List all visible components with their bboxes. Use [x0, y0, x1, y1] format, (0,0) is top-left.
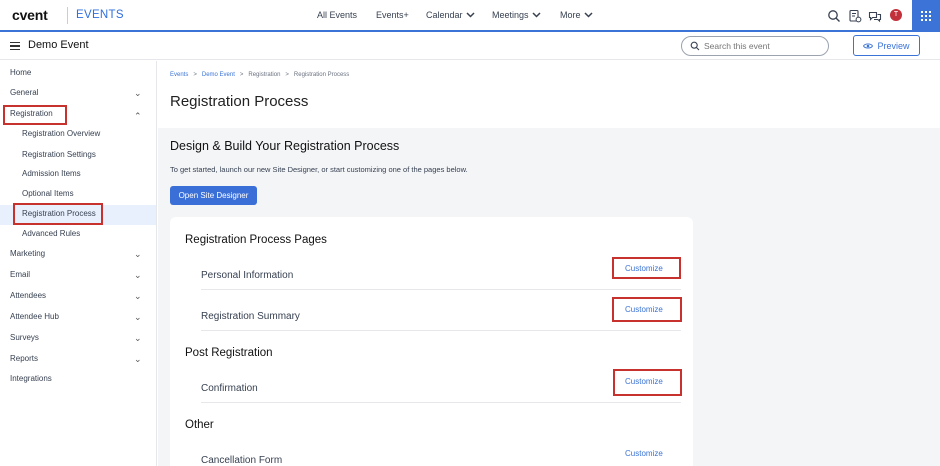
intro-text: To get started, launch our new Site Desi…: [170, 165, 468, 174]
highlight-customize-confirmation: [613, 369, 682, 396]
nav-all-events[interactable]: All Events: [317, 10, 357, 20]
page-title: Registration Process: [170, 93, 309, 110]
nav-more[interactable]: More: [560, 10, 593, 20]
chevron-down-icon: ⌄: [134, 270, 142, 280]
sidebar-item-attendee-hub[interactable]: Attendee Hub ⌄: [0, 312, 156, 326]
sidebar-item-email[interactable]: Email ⌄: [0, 270, 156, 284]
breadcrumb-demo-event[interactable]: Demo Event: [202, 72, 235, 78]
breadcrumb-separator: >: [239, 72, 244, 78]
chevron-down-icon: ⌄: [134, 312, 142, 322]
breadcrumb: Events > Demo Event > Registration > Reg…: [170, 72, 349, 78]
cvent-logo[interactable]: cvent: [12, 7, 48, 23]
top-navigation-bar: cvent EVENTS All Events Events+ Calendar…: [0, 0, 940, 32]
sidebar-item-home[interactable]: Home: [0, 68, 156, 82]
report-icon[interactable]: [848, 9, 862, 23]
chevron-down-icon: [532, 12, 541, 18]
row-confirmation: Confirmation: [201, 383, 258, 394]
nav-meetings[interactable]: Meetings: [492, 10, 541, 20]
highlight-customize-registration-summary: [612, 297, 682, 322]
hamburger-menu-icon[interactable]: [10, 42, 20, 50]
customize-cancellation-form-link[interactable]: Customize: [625, 449, 663, 458]
apps-grid-icon: [921, 11, 931, 21]
search-icon[interactable]: [827, 9, 841, 23]
chevron-down-icon: [583, 12, 593, 18]
chevron-down-icon: ⌄: [134, 291, 142, 301]
avatar[interactable]: T: [890, 9, 902, 21]
row-divider: [201, 289, 681, 290]
breadcrumb-current: Registration Process: [293, 72, 350, 78]
breadcrumb-separator: >: [193, 72, 197, 78]
sidebar-item-general[interactable]: General ⌄: [0, 88, 156, 102]
row-cancellation-form: Cancellation Form: [201, 455, 283, 466]
page-header: Events > Demo Event > Registration > Reg…: [158, 61, 940, 128]
sidebar-item-advanced-rules[interactable]: Advanced Rules: [0, 229, 156, 243]
section-title-other: Other: [185, 419, 214, 431]
sidebar-item-admission-items[interactable]: Admission Items: [0, 169, 156, 183]
product-name[interactable]: EVENTS: [76, 9, 124, 21]
row-personal-information: Personal Information: [201, 270, 294, 281]
nav-calendar[interactable]: Calendar: [426, 10, 475, 20]
row-registration-summary: Registration Summary: [201, 311, 300, 322]
chat-icon[interactable]: [868, 9, 882, 23]
event-header-bar: Demo Event Preview: [0, 32, 940, 60]
sidebar-item-reports[interactable]: Reports ⌄: [0, 354, 156, 368]
sidebar-item-surveys[interactable]: Surveys ⌄: [0, 333, 156, 347]
open-site-designer-button[interactable]: Open Site Designer: [170, 186, 257, 205]
apps-grid-button[interactable]: [912, 0, 940, 32]
registration-pages-card: Registration Process Pages Personal Info…: [170, 217, 693, 466]
sidebar-item-marketing[interactable]: Marketing ⌄: [0, 249, 156, 263]
logo-divider: [67, 7, 68, 24]
search-icon: [690, 41, 700, 51]
sidebar-item-optional-items[interactable]: Optional Items: [0, 189, 156, 203]
event-search-input[interactable]: [704, 39, 822, 53]
eye-icon: [863, 43, 874, 48]
highlight-customize-personal-information: [612, 257, 681, 279]
sidebar-item-registration-overview[interactable]: Registration Overview: [0, 129, 156, 143]
event-search-field[interactable]: [681, 36, 829, 56]
row-divider: [201, 402, 681, 403]
breadcrumb-registration[interactable]: Registration: [248, 72, 280, 78]
section-title-registration-process-pages: Registration Process Pages: [185, 234, 327, 246]
row-divider: [201, 330, 681, 331]
chevron-down-icon: [466, 12, 475, 18]
breadcrumb-events[interactable]: Events: [170, 72, 188, 78]
preview-button[interactable]: Preview: [853, 35, 920, 56]
section-title-post-registration: Post Registration: [185, 347, 273, 359]
chevron-down-icon: ⌄: [134, 88, 142, 98]
sidebar-item-registration-settings[interactable]: Registration Settings: [0, 150, 156, 164]
chevron-up-icon: ⌃: [134, 111, 142, 121]
highlight-registration: [3, 105, 67, 125]
chevron-down-icon: ⌄: [134, 354, 142, 364]
sidebar: Home General ⌄ Registration ⌃ Registration…: [0, 61, 157, 466]
sidebar-item-integrations[interactable]: Integrations: [0, 374, 156, 388]
sidebar-item-attendees[interactable]: Attendees ⌄: [0, 291, 156, 305]
event-name: Demo Event: [28, 39, 89, 51]
design-heading: Design & Build Your Registration Process: [170, 139, 400, 153]
nav-events-plus[interactable]: Events+: [376, 10, 409, 20]
chevron-down-icon: ⌄: [134, 249, 142, 259]
chevron-down-icon: ⌄: [134, 333, 142, 343]
breadcrumb-separator: >: [285, 72, 289, 78]
main-content: Design & Build Your Registration Process…: [158, 128, 940, 466]
highlight-registration-process: [13, 203, 103, 225]
